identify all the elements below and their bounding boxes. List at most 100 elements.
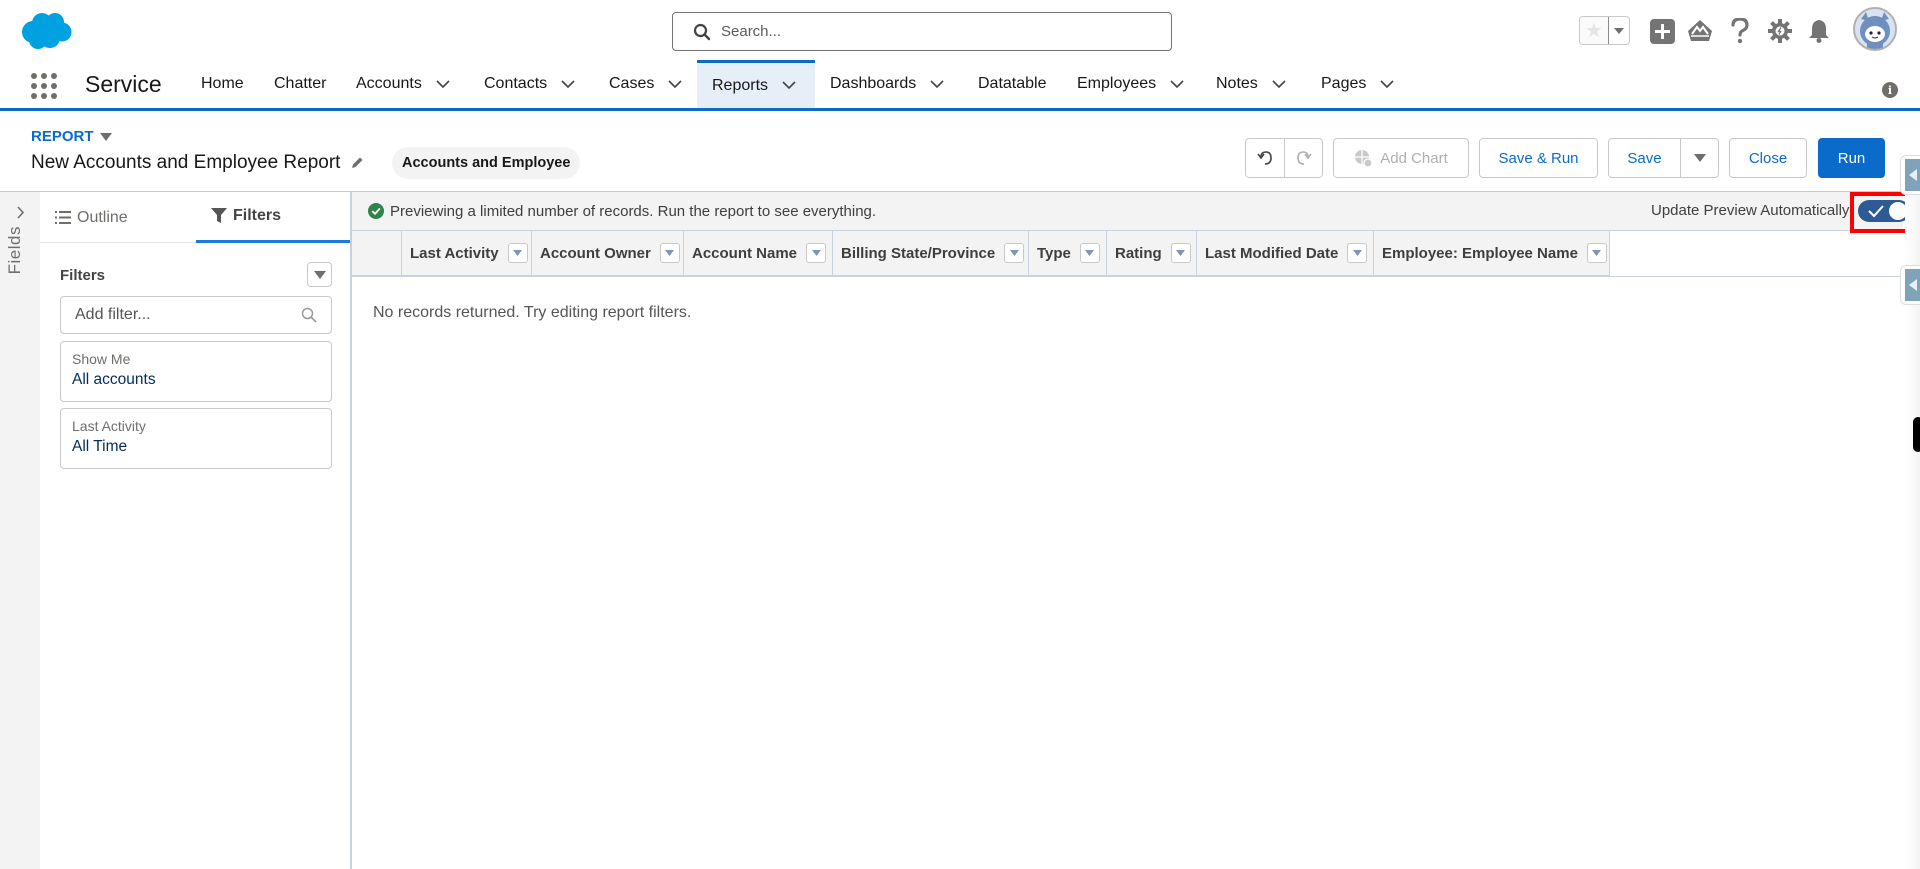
nav-item-home[interactable]: Home [191, 60, 254, 108]
info-icon[interactable]: i [1882, 82, 1898, 98]
nav-item-label: Contacts [484, 75, 548, 92]
filter-show-me[interactable]: Show Me All accounts [60, 341, 332, 402]
report-header: REPORT New Accounts and Employee Report … [0, 114, 1920, 192]
save-button[interactable]: Save [1609, 139, 1680, 177]
nav-item-pages[interactable]: Pages [1311, 60, 1404, 108]
chevron-down-icon[interactable] [668, 79, 682, 89]
column-header[interactable]: Type [1029, 231, 1107, 275]
nav-item-label: Reports [712, 76, 769, 94]
user-avatar[interactable] [1853, 7, 1897, 51]
column-label: Last Activity [410, 244, 499, 262]
notifications-bell-icon[interactable] [1806, 18, 1832, 44]
filters-menu-button[interactable] [307, 262, 332, 287]
favorites-star-icon[interactable]: ★ [1580, 17, 1608, 44]
nav-item-datatable[interactable]: Datatable [968, 60, 1057, 108]
column-menu-button[interactable] [1079, 243, 1100, 263]
nav-item-label: Pages [1321, 75, 1367, 92]
column-header[interactable]: Rating [1107, 231, 1197, 275]
filter-value: All Time [72, 438, 128, 455]
filters-heading: Filters [60, 267, 106, 284]
fields-rail[interactable]: Fields [0, 192, 40, 869]
column-label: Employee: Employee Name [1382, 244, 1578, 262]
edit-pencil-icon[interactable] [350, 156, 364, 170]
global-header: ★ [0, 0, 1920, 60]
add-filter-field[interactable] [60, 296, 332, 334]
chart-icon [1355, 150, 1373, 167]
favorites-dropdown-button[interactable] [1608, 17, 1629, 44]
column-header[interactable]: Account Name [684, 231, 833, 275]
column-header[interactable]: Employee: Employee Name [1374, 231, 1610, 275]
chevron-down-icon[interactable] [930, 79, 944, 89]
save-options-dropdown[interactable] [1680, 139, 1718, 177]
column-label: Account Name [692, 244, 798, 262]
global-actions-plus-icon[interactable] [1649, 18, 1675, 44]
column-header[interactable]: Last Activity [402, 231, 532, 275]
tab-label: Outline [77, 208, 128, 226]
filter-value: All accounts [72, 371, 156, 388]
column-menu-button[interactable] [1586, 243, 1607, 263]
nav-item-notes[interactable]: Notes [1206, 60, 1296, 108]
add-chart-button[interactable]: Add Chart [1333, 138, 1469, 178]
setup-gear-icon[interactable] [1767, 18, 1793, 44]
add-chart-label: Add Chart [1380, 149, 1448, 167]
chevron-right-icon[interactable] [16, 206, 25, 219]
app-launcher-button[interactable] [30, 72, 58, 100]
caret-down-icon [1693, 154, 1706, 162]
column-menu-button[interactable] [806, 243, 827, 263]
nav-item-contacts[interactable]: Contacts [474, 60, 585, 108]
add-filter-input[interactable] [75, 306, 295, 324]
global-search[interactable] [672, 12, 1172, 51]
column-menu-button[interactable] [659, 243, 680, 263]
redo-button[interactable] [1284, 139, 1322, 177]
column-menu-button[interactable] [507, 243, 528, 263]
column-label: Account Owner [540, 244, 651, 262]
tab-filters[interactable]: Filters [196, 192, 350, 243]
caret-down-icon [1352, 250, 1362, 256]
nav-item-label: Notes [1216, 75, 1258, 92]
chevron-down-icon[interactable] [436, 79, 450, 89]
column-header[interactable]: Billing State/Province [833, 231, 1029, 275]
nav-item-label: Dashboards [830, 75, 917, 92]
chevron-down-icon[interactable] [1170, 79, 1184, 89]
run-button[interactable]: Run [1818, 138, 1885, 178]
caret-left-icon [1909, 279, 1917, 291]
column-menu-button[interactable] [1170, 243, 1191, 263]
column-header[interactable]: Last Modified Date [1197, 231, 1374, 275]
nav-item-chatter[interactable]: Chatter [264, 60, 336, 108]
caret-down-icon [1614, 27, 1624, 34]
nav-item-dashboards[interactable]: Dashboards [820, 60, 954, 108]
chevron-down-icon[interactable] [561, 79, 575, 89]
table-header-row: Last Activity Account Owner Account Name… [352, 231, 1610, 276]
salesforce-logo[interactable] [20, 12, 72, 50]
nav-item-label: Accounts [356, 75, 422, 92]
preview-info-message: Previewing a limited number of records. … [390, 202, 877, 220]
chevron-down-icon[interactable] [782, 81, 796, 90]
caret-down-icon [313, 270, 326, 279]
close-button[interactable]: Close [1729, 138, 1807, 178]
column-header[interactable]: Account Owner [532, 231, 684, 275]
nav-item-employees[interactable]: Employees [1067, 60, 1194, 108]
search-icon [301, 307, 317, 323]
collapse-panel-tab[interactable] [1900, 265, 1920, 305]
edge-dock-handle[interactable] [1913, 417, 1920, 452]
column-menu-button[interactable] [1004, 243, 1025, 263]
nav-item-reports[interactable]: Reports [697, 60, 815, 108]
column-menu-button[interactable] [1347, 243, 1368, 263]
divider [352, 276, 1903, 277]
filter-last-activity[interactable]: Last Activity All Time [60, 408, 332, 469]
success-check-icon [368, 203, 384, 219]
save-and-run-button[interactable]: Save & Run [1479, 138, 1598, 178]
help-icon[interactable] [1727, 18, 1753, 44]
report-type-menu[interactable]: REPORT [31, 128, 112, 145]
caret-down-icon [1085, 250, 1095, 256]
trailhead-icon[interactable] [1687, 18, 1713, 44]
column-label: Billing State/Province [841, 244, 996, 262]
search-input[interactable] [721, 23, 1141, 40]
nav-item-accounts[interactable]: Accounts [346, 60, 460, 108]
tab-outline[interactable]: Outline [40, 192, 196, 243]
undo-button[interactable] [1246, 139, 1284, 177]
chevron-down-icon[interactable] [1272, 79, 1286, 89]
collapse-panel-tab[interactable] [1900, 155, 1920, 195]
nav-item-cases[interactable]: Cases [599, 60, 692, 108]
chevron-down-icon[interactable] [1380, 79, 1394, 89]
